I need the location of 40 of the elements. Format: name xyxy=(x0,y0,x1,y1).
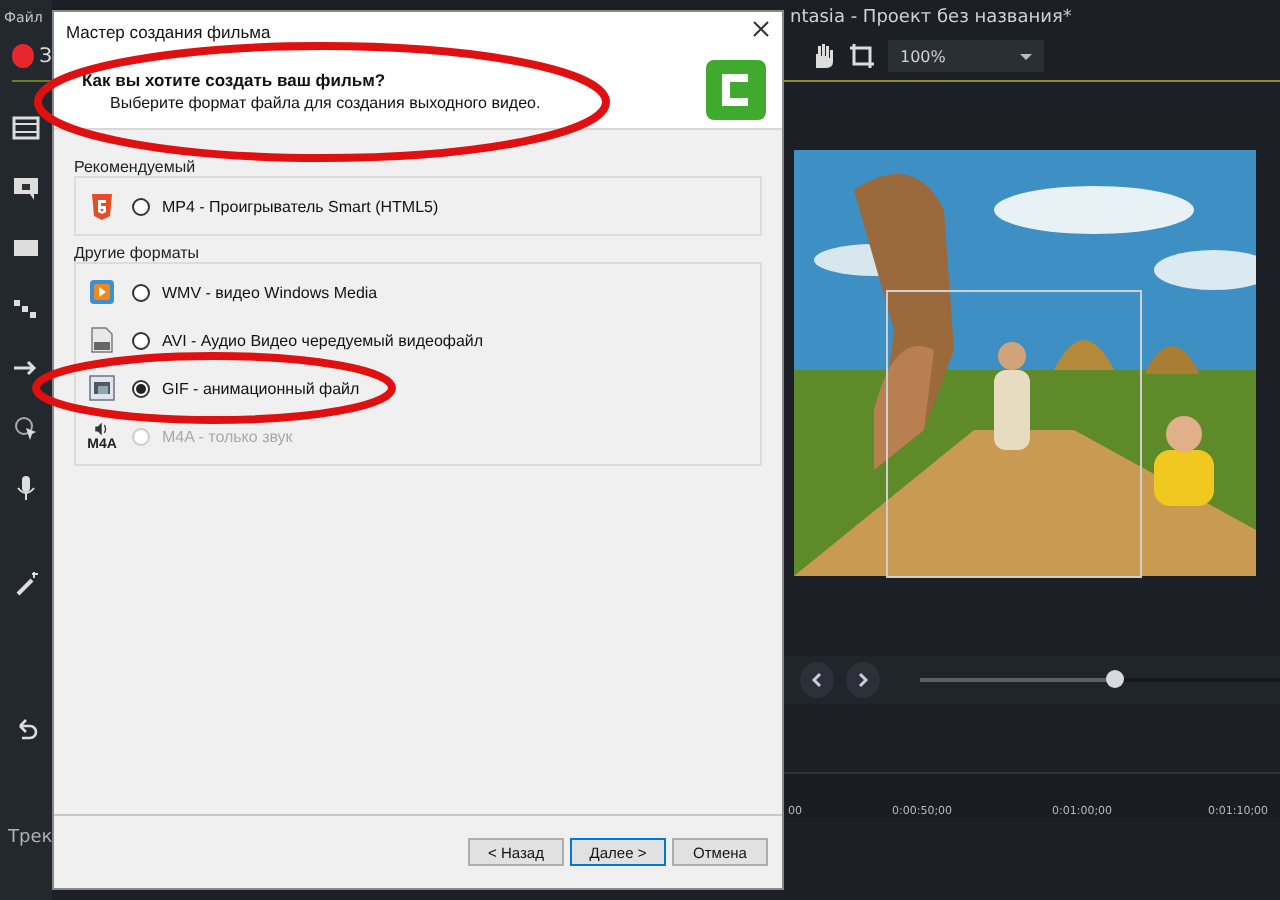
speaker-icon xyxy=(93,420,111,438)
film-frame-icon xyxy=(88,374,116,402)
group-label: Рекомендуемый xyxy=(74,158,198,176)
transition-icon xyxy=(12,234,40,262)
chevron-right-icon xyxy=(854,670,872,690)
close-icon xyxy=(752,20,770,38)
radio-button[interactable] xyxy=(132,283,150,301)
previous-button[interactable] xyxy=(800,662,834,698)
chevron-left-icon xyxy=(808,670,826,690)
format-option[interactable]: AVI - Аудио Видео чередуемый видеофайл xyxy=(84,316,752,364)
group-label: Другие форматы xyxy=(74,244,202,262)
instruction-text: Выберите формат файла для создания выходного видео. xyxy=(108,93,541,111)
microphone-icon xyxy=(12,474,40,502)
format-option[interactable]: MP4 - Проигрыватель Smart (HTML5) xyxy=(84,182,752,230)
html5-shield-icon xyxy=(88,192,116,220)
zoom-dropdown[interactable]: 100% xyxy=(888,40,1044,72)
radio-button[interactable] xyxy=(132,331,150,349)
file-icon xyxy=(88,326,116,354)
slider-thumb[interactable] xyxy=(1106,670,1125,688)
app-logo-icon xyxy=(706,60,766,120)
caret-icon xyxy=(1020,53,1032,59)
tracks-label: Трек xyxy=(8,828,53,848)
radio-button[interactable] xyxy=(132,197,150,215)
play-icon xyxy=(88,278,116,306)
dialog-title: Мастер создания фильма xyxy=(66,22,271,42)
crop-icon xyxy=(848,42,876,70)
film-strip-icon xyxy=(12,114,40,142)
record-label[interactable]: З xyxy=(39,45,52,67)
format-option[interactable]: GIF - анимационный файл xyxy=(84,364,752,412)
cursor-icon xyxy=(12,414,40,442)
radio-button[interactable] xyxy=(132,379,150,397)
question-heading: Как вы хотите создать ваш фильм? xyxy=(82,69,388,89)
behavior-icon xyxy=(12,294,40,322)
record-icon[interactable] xyxy=(12,44,34,68)
format-option[interactable]: WMV - видео Windows Media xyxy=(84,268,752,316)
caption-icon xyxy=(12,174,40,202)
selection-frame[interactable] xyxy=(886,290,1142,578)
magic-wand-icon xyxy=(12,570,40,598)
next-button[interactable] xyxy=(846,662,880,698)
window-title: ntasia - Проект без названия* xyxy=(788,6,1074,32)
